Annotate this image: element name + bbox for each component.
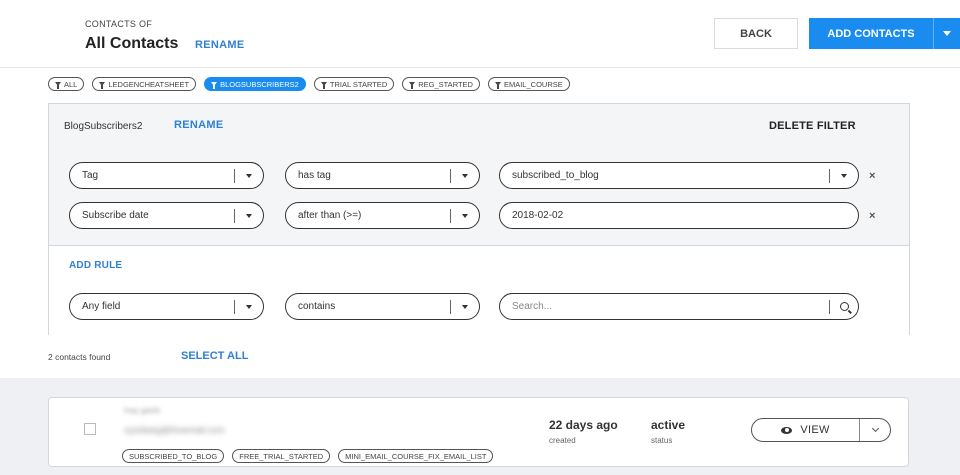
contacts-count: 2 contacts found [48,352,111,362]
search-icon [839,302,849,311]
add-contacts-button[interactable]: ADD CONTACTS [809,18,933,49]
back-button[interactable]: BACK [714,18,798,49]
filter-chip-bar: ALL LEDGENCHEATSHEET BLOGSUBSCRIBERS2 TR… [48,77,570,91]
view-contact-button[interactable]: VIEW [751,418,891,442]
chevron-down-icon [871,424,879,433]
funnel-icon [494,81,501,89]
search-operator-select[interactable]: contains [285,293,480,320]
caret-down-icon [462,304,468,309]
filter-chip-email-course[interactable]: EMAIL_COURSE [487,77,570,91]
rename-filter-link[interactable]: RENAME [174,119,223,131]
rule-2-operator-select[interactable]: after than (>=) [285,202,480,229]
select-all-link[interactable]: SELECT ALL [181,350,248,362]
funnel-icon [99,81,106,89]
search-button[interactable] [830,302,858,311]
view-options-toggle[interactable] [860,424,890,433]
contact-checkbox[interactable] [84,423,96,435]
page-header: CONTACTS OF All Contacts RENAME BACK ADD… [0,0,960,68]
search-input[interactable]: Search... [499,293,859,320]
page-title: All Contacts [85,35,179,52]
contact-email[interactable]: xyzidweg@ihowmail.com [124,425,225,435]
add-rule-button[interactable]: ADD RULE [69,260,122,271]
funnel-icon [211,81,218,89]
funnel-icon [55,81,61,89]
contact-tag: SUBSCRIBED_TO_BLOG [122,449,225,463]
contact-tag: FREE_TRIAL_STARTED [232,449,331,463]
add-contacts-dropdown-toggle[interactable] [933,18,960,49]
caret-down-icon [943,31,951,36]
contact-name: Ivay gavle [124,406,161,415]
filter-chip-ledgencheatsheet[interactable]: LEDGENCHEATSHEET [92,77,197,91]
rule-1-value-select[interactable]: subscribed_to_blog [499,162,859,189]
created-label: created [549,436,576,445]
filter-chip-all[interactable]: ALL [48,77,85,91]
search-field-select[interactable]: Any field [69,293,264,320]
caret-down-icon [841,173,847,178]
funnel-icon [320,81,327,89]
funnel-icon [409,81,416,89]
filter-chip-blogsubscribers2[interactable]: BLOGSUBSCRIBERS2 [204,77,306,91]
filter-chip-reg-started[interactable]: REG_STARTED [402,77,480,91]
filter-name: BlogSubscribers2 [64,121,143,132]
contact-card: Ivay gavle xyzidweg@ihowmail.com SUBSCRI… [48,397,909,467]
created-value: 22 days ago [549,418,618,432]
filter-panel: BlogSubscribers2 RENAME DELETE FILTER Ta… [48,103,910,335]
status-value: active [651,418,686,432]
contact-tags: SUBSCRIBED_TO_BLOG FREE_TRIAL_STARTED MI… [122,449,494,463]
contact-tag: MINI_EMAIL_COURSE_FIX_EMAIL_LIST [338,449,494,463]
eye-icon [781,426,793,434]
caret-down-icon [246,173,252,178]
caret-down-icon [462,213,468,218]
rule-2-value-input[interactable]: 2018-02-02 [499,202,859,229]
remove-rule-1-icon[interactable]: × [869,170,875,182]
rule-1-operator-select[interactable]: has tag [285,162,480,189]
caret-down-icon [246,213,252,218]
filter-chip-trial-started[interactable]: TRIAL STARTED [313,77,395,91]
header-eyebrow: CONTACTS OF [85,19,153,29]
caret-down-icon [462,173,468,178]
remove-rule-2-icon[interactable]: × [869,210,875,222]
rename-list-link[interactable]: RENAME [195,39,244,51]
rule-1-field-select[interactable]: Tag [69,162,264,189]
rule-2-field-select[interactable]: Subscribe date [69,202,264,229]
status-label: status [651,436,673,445]
delete-filter-button[interactable]: DELETE FILTER [769,120,856,132]
caret-down-icon [246,304,252,309]
search-section: ADD RULE Any field contains Search... [49,245,909,335]
